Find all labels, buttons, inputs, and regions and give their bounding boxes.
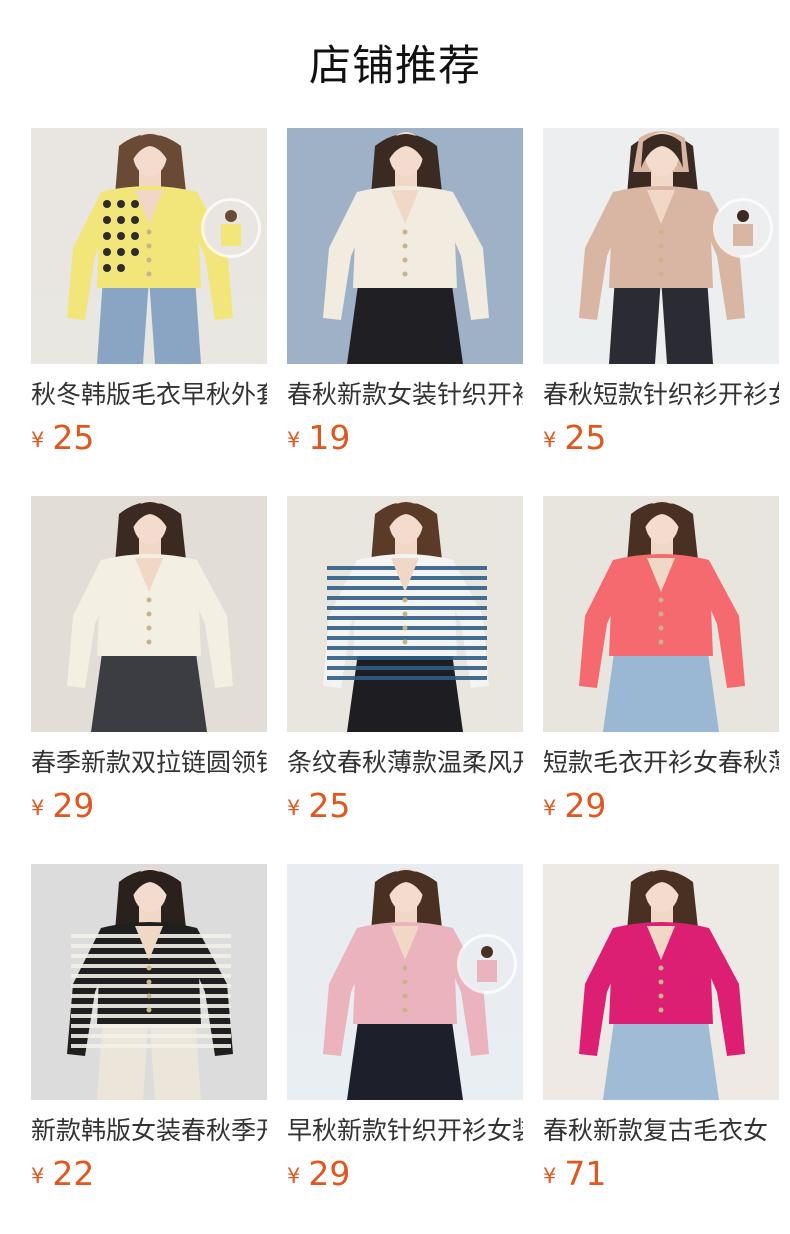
price-amount: 25 [52, 418, 95, 457]
product-image[interactable] [543, 496, 779, 732]
product-price: ¥29 [31, 786, 94, 826]
product-image[interactable] [31, 496, 267, 732]
product-image[interactable] [287, 496, 523, 732]
product-card[interactable]: 秋冬韩版毛衣早秋外套 ¥25 [31, 128, 267, 496]
product-name[interactable]: 春秋短款针织衫开衫女 [543, 378, 779, 412]
price-amount: 71 [564, 1154, 607, 1193]
page-title: 店铺推荐 [308, 41, 481, 90]
product-card[interactable]: 短款毛衣开衫女春秋薄款 ¥29 [543, 496, 779, 864]
product-price: ¥25 [543, 418, 606, 458]
product-price: ¥29 [287, 1154, 350, 1194]
price-amount: 25 [564, 418, 607, 457]
product-name[interactable]: 条纹春秋薄款温柔风开衫 [287, 746, 523, 780]
product-card[interactable]: 春秋新款复古毛衣女 ¥71 [543, 864, 779, 1232]
product-card[interactable]: 春秋短款针织衫开衫女 ¥25 [543, 128, 779, 496]
product-card[interactable]: 新款韩版女装春秋季开衫 ¥22 [31, 864, 267, 1232]
product-price: ¥19 [287, 418, 350, 458]
price-amount: 29 [52, 786, 95, 825]
product-name[interactable]: 秋冬韩版毛衣早秋外套 [31, 378, 267, 412]
product-image[interactable] [543, 128, 779, 364]
product-image[interactable] [31, 128, 267, 364]
price-amount: 25 [308, 786, 351, 825]
currency-symbol: ¥ [287, 428, 301, 452]
product-price: ¥25 [31, 418, 94, 458]
product-name[interactable]: 春季新款双拉链圆领针织 [31, 746, 267, 780]
product-name[interactable]: 新款韩版女装春秋季开衫 [31, 1114, 267, 1148]
product-image[interactable] [543, 864, 779, 1100]
currency-symbol: ¥ [543, 796, 557, 820]
product-price: ¥22 [31, 1154, 94, 1194]
product-price: ¥25 [287, 786, 350, 826]
product-card[interactable]: 条纹春秋薄款温柔风开衫 ¥25 [287, 496, 523, 864]
price-amount: 22 [52, 1154, 95, 1193]
product-name[interactable]: 短款毛衣开衫女春秋薄款 [543, 746, 779, 780]
product-name[interactable]: 春秋新款女装针织开衫 [287, 378, 523, 412]
product-card[interactable]: 早秋新款针织开衫女装外 ¥29 [287, 864, 523, 1232]
product-price: ¥71 [543, 1154, 606, 1194]
product-price: ¥29 [543, 786, 606, 826]
product-card[interactable]: 春季新款双拉链圆领针织 ¥29 [31, 496, 267, 864]
currency-symbol: ¥ [287, 1164, 301, 1188]
currency-symbol: ¥ [543, 428, 557, 452]
product-image[interactable] [287, 864, 523, 1100]
price-amount: 29 [308, 1154, 351, 1193]
price-amount: 29 [564, 786, 607, 825]
currency-symbol: ¥ [543, 1164, 557, 1188]
product-card[interactable]: 春秋新款女装针织开衫 ¥19 [287, 128, 523, 496]
currency-symbol: ¥ [287, 796, 301, 820]
product-name[interactable]: 早秋新款针织开衫女装外 [287, 1114, 523, 1148]
currency-symbol: ¥ [31, 428, 45, 452]
currency-symbol: ¥ [31, 796, 45, 820]
product-image[interactable] [287, 128, 523, 364]
currency-symbol: ¥ [31, 1164, 45, 1188]
price-amount: 19 [308, 418, 351, 457]
product-grid: 秋冬韩版毛衣早秋外套 ¥25 春秋新款女装针织开衫 ¥19 春秋短款针织衫开衫女 ¥25 春… [31, 128, 779, 1232]
product-name[interactable]: 春秋新款复古毛衣女 [543, 1114, 779, 1148]
product-image[interactable] [31, 864, 267, 1100]
